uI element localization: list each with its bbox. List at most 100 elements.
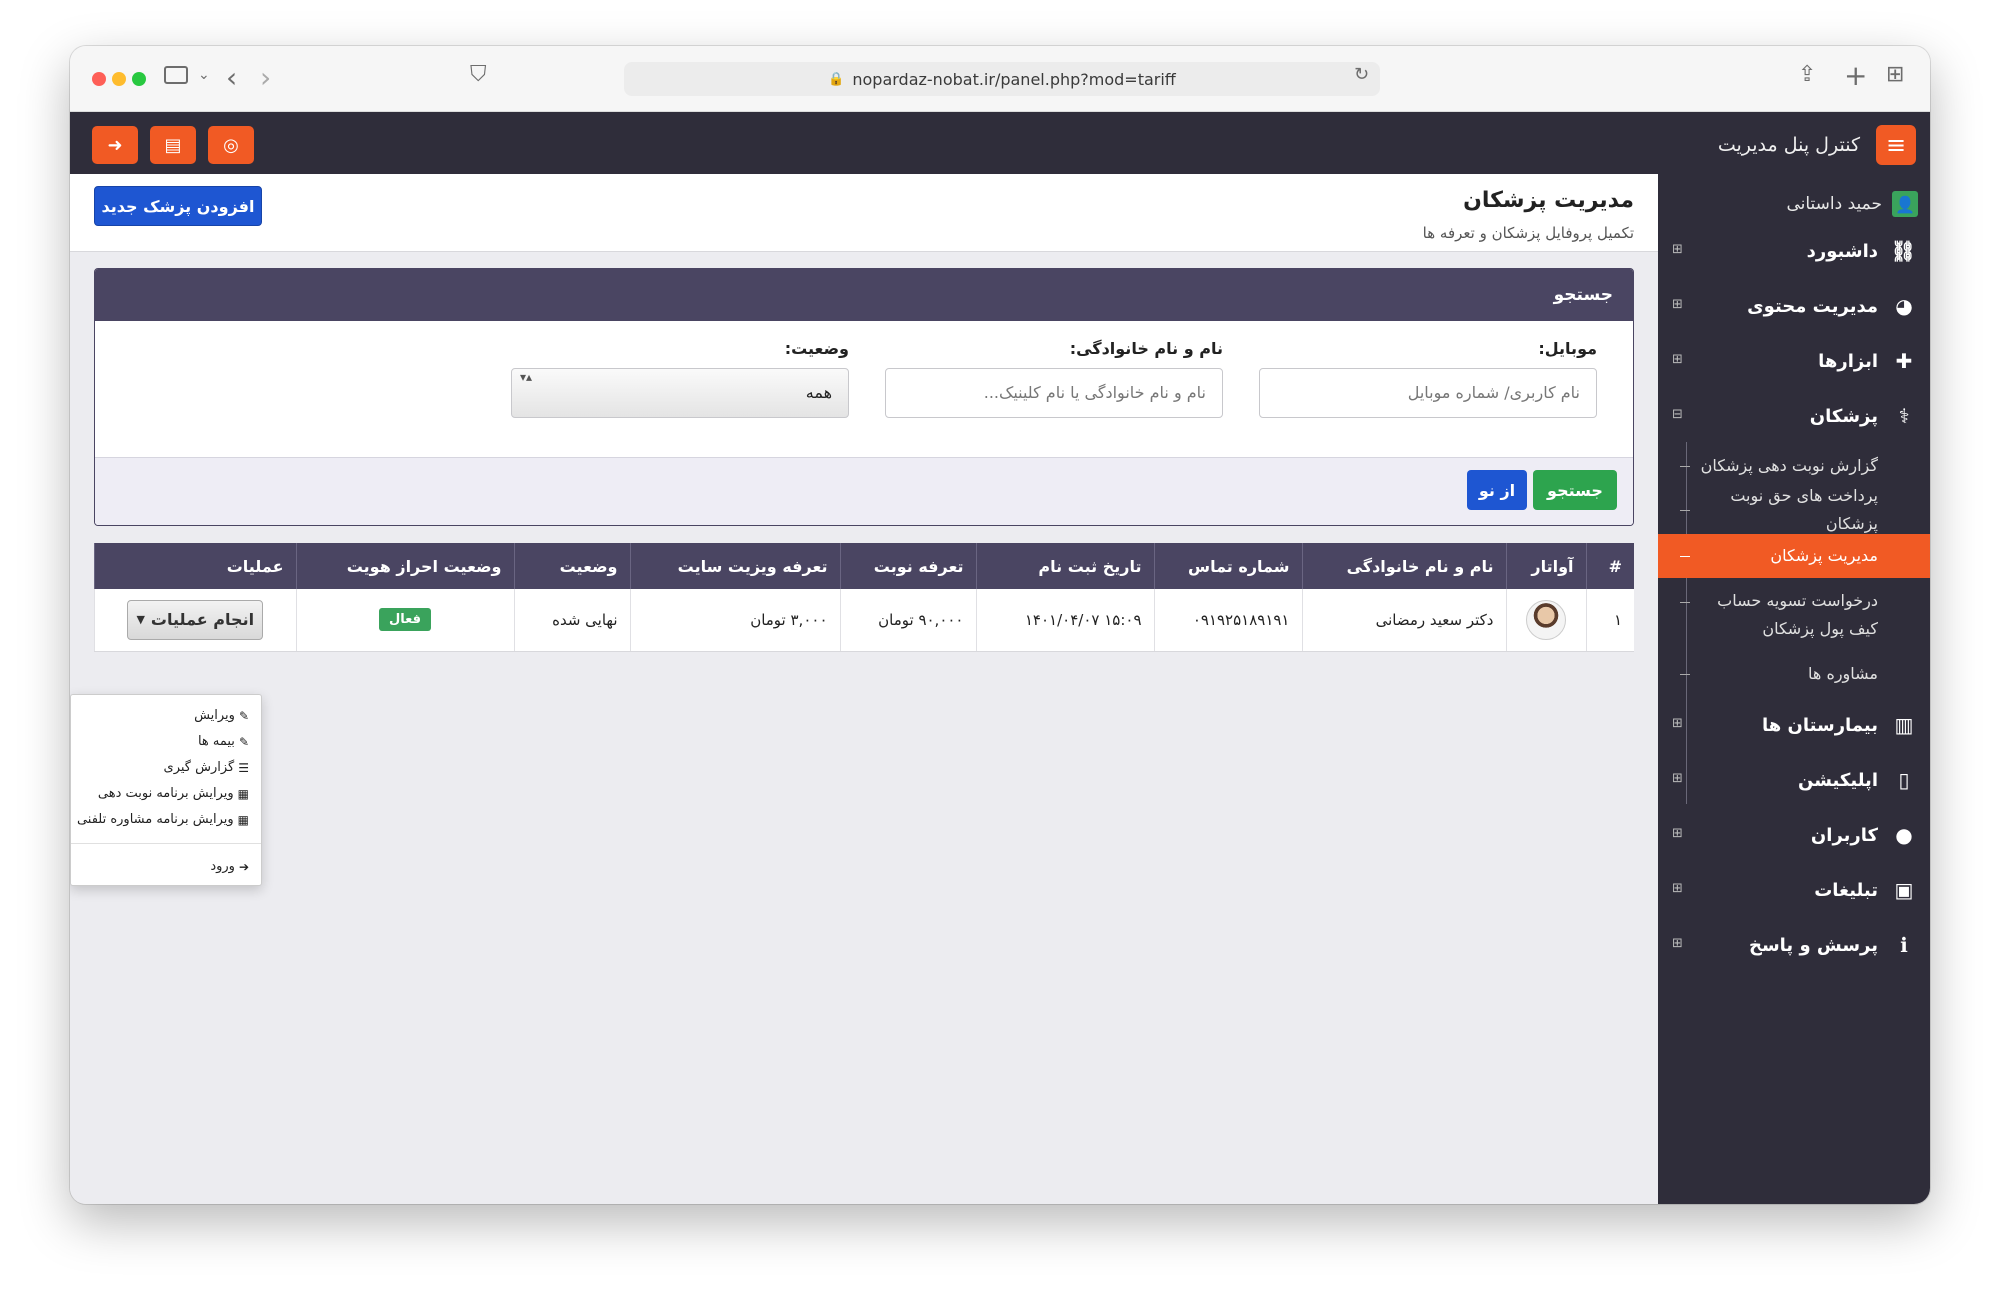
- sidebar-item-tools[interactable]: ✚ ابزارها ⊞: [1658, 334, 1930, 388]
- status-badge: فعال: [378, 608, 431, 632]
- close-window-button[interactable]: [92, 72, 106, 86]
- select-arrows-icon: ▴▾: [520, 370, 533, 384]
- logout-icon: ➜: [107, 134, 123, 156]
- dropdown-item-edit[interactable]: ✎ ویرایش: [71, 703, 261, 729]
- forward-icon[interactable]: ›: [260, 64, 271, 92]
- user-name: حمید داستانی: [1786, 194, 1882, 214]
- compass-button[interactable]: ◎: [208, 126, 254, 164]
- dropdown-item-report[interactable]: ☰ گزارش گیری: [71, 755, 261, 781]
- mobile-icon: ▯: [1898, 768, 1910, 792]
- row-date: ۱۵:۰۹ ۱۴۰۱/۰۴/۰۷: [975, 589, 1154, 652]
- subitem-consultations[interactable]: مشاوره ها: [1658, 654, 1930, 694]
- hamburger-icon: ≡: [1885, 131, 1907, 159]
- sidebar: 👤 حمید داستانی ⛓ داشبورد ⊞ ◕ مدیریت محتوی ⊞ …: [1658, 174, 1930, 1204]
- status-field: وضعیت: همه ▴▾: [511, 339, 849, 418]
- expand-icon[interactable]: ⊞: [1672, 936, 1683, 951]
- hospital-icon: ▥: [1894, 713, 1914, 737]
- sidebar-toggle-icon[interactable]: [164, 66, 188, 84]
- sidebar-item-label: پرسش و پاسخ: [1748, 934, 1878, 956]
- page-subtitle: تکمیل پروفایل پزشکان و تعرفه ها: [1422, 224, 1634, 242]
- subitem-manage-doctors[interactable]: مدیریت پزشکان: [1658, 534, 1930, 578]
- sidebar-user[interactable]: 👤 حمید داستانی: [1786, 184, 1918, 224]
- subitem-wallet-settlement[interactable]: درخواست تسویه حساب کیف پول پزشکان: [1658, 582, 1930, 648]
- name-label: نام و نام خانوادگی:: [1069, 339, 1223, 358]
- mobile-label: موبایل:: [1538, 339, 1597, 358]
- table-header-row: # آواتار نام و نام خانوادگی شماره تماس ت…: [94, 543, 1634, 589]
- col-status: وضعیت: [513, 543, 630, 589]
- share-icon[interactable]: ⇪: [1798, 64, 1816, 86]
- sidebar-item-ads[interactable]: ▣ تبلیغات ⊞: [1658, 863, 1930, 917]
- actions-dropdown-button[interactable]: انجام عملیات ▼: [127, 599, 264, 640]
- minimize-window-button[interactable]: [112, 72, 126, 86]
- submenu-dash: [1680, 674, 1690, 675]
- sidebar-item-label: اپلیکیشن: [1798, 769, 1878, 791]
- subitem-label: مدیریت پزشکان: [1770, 546, 1878, 565]
- submenu-dash: [1680, 601, 1690, 603]
- image-icon: ▣: [1894, 878, 1914, 902]
- dropdown-item-insurance[interactable]: ✎ بیمه ها: [71, 729, 261, 755]
- address-bar[interactable]: 🔒 nopardaz-nobat.ir/panel.php?mod=tariff: [624, 62, 1380, 96]
- col-avatar: آواتار: [1505, 543, 1586, 589]
- search-button[interactable]: جستجو: [1533, 470, 1617, 510]
- expand-icon[interactable]: ⊞: [1672, 352, 1683, 367]
- list-icon: ☰: [238, 761, 249, 775]
- add-doctor-button[interactable]: افزودن پزشک جدید: [94, 186, 262, 226]
- collapse-icon[interactable]: ⊟: [1672, 407, 1683, 422]
- expand-icon[interactable]: ⊞: [1672, 771, 1683, 786]
- sidebar-item-label: پزشکان: [1809, 405, 1878, 427]
- dropdown-item-phone-consult[interactable]: ▦ ویرایش برنامه مشاوره تلفنی: [71, 807, 261, 833]
- lock-icon: 🔒: [828, 71, 845, 87]
- col-visit-tariff: تعرفه ویزیت سایت: [629, 543, 840, 589]
- sidebar-item-label: ابزارها: [1818, 350, 1878, 372]
- panel-title: کنترل پنل مدیریت: [1717, 134, 1860, 156]
- reload-icon[interactable]: ↻: [1354, 66, 1369, 84]
- dropdown-item-schedule[interactable]: ▦ ویرایش برنامه نوبت دهی: [71, 781, 261, 807]
- zoom-window-button[interactable]: [132, 72, 146, 86]
- shield-icon[interactable]: ⛉: [470, 64, 487, 86]
- sidebar-item-label: کاربران: [1810, 824, 1878, 846]
- name-input[interactable]: نام و نام خانوادگی یا نام کلینیک...: [885, 368, 1223, 418]
- url-text: nopardaz-nobat.ir/panel.php?mod=tariff: [852, 69, 1176, 89]
- expand-icon[interactable]: ⊞: [1672, 297, 1683, 312]
- edit-icon: ✎: [238, 709, 249, 723]
- submenu-dash: [1680, 556, 1690, 557]
- menu-button[interactable]: ≡: [1876, 125, 1916, 165]
- col-index: #: [1585, 543, 1634, 589]
- sidebar-item-label: بیمارستان ها: [1762, 714, 1878, 736]
- dropdown-item-label: ورود: [210, 859, 235, 874]
- dropdown-item-label: ویرایش برنامه نوبت دهی: [97, 786, 234, 801]
- reset-button[interactable]: از نو: [1467, 470, 1527, 510]
- sidebar-item-doctors[interactable]: ⚕ پزشکان ⊟: [1658, 389, 1930, 443]
- sidebar-item-users[interactable]: ● کاربران ⊞: [1658, 808, 1930, 862]
- sidebar-item-hospitals[interactable]: ▥ بیمارستان ها ⊞: [1658, 698, 1930, 752]
- sidebar-item-dashboard[interactable]: ⛓ داشبورد ⊞: [1658, 224, 1930, 278]
- back-icon[interactable]: ‹: [226, 64, 237, 92]
- subitem-payments[interactable]: پرداخت های حق نوبت پزشکان: [1658, 486, 1930, 533]
- compass-icon: ◎: [223, 134, 239, 156]
- subitem-label: پرداخت های حق نوبت پزشکان: [1730, 486, 1878, 533]
- page-header: مدیریت پزشکان تکمیل پروفایل پزشکان و تعر…: [70, 174, 1658, 252]
- logout-button[interactable]: ➜: [92, 126, 138, 164]
- search-panel: جستجو موبایل: نام کاربری/ شماره موبایل ن…: [94, 268, 1634, 526]
- mobile-input[interactable]: نام کاربری/ شماره موبایل: [1259, 368, 1597, 418]
- sidebar-item-label: مدیریت محتوی: [1747, 295, 1878, 317]
- new-tab-icon[interactable]: +: [1844, 62, 1867, 90]
- mobile-field: موبایل: نام کاربری/ شماره موبایل: [1259, 339, 1597, 418]
- subitem-appointment-report[interactable]: گزارش نوبت دهی پزشکان: [1658, 446, 1930, 486]
- tab-overview-icon[interactable]: ⊞: [1886, 64, 1904, 86]
- sidebar-item-faq[interactable]: ℹ پرسش و پاسخ ⊞: [1658, 918, 1930, 972]
- dropdown-item-login[interactable]: ➔ ورود: [71, 854, 261, 880]
- expand-icon[interactable]: ⊞: [1672, 242, 1683, 257]
- expand-icon[interactable]: ⊞: [1672, 881, 1683, 896]
- status-select[interactable]: همه ▴▾: [511, 368, 849, 418]
- chevron-down-icon[interactable]: ⌄: [198, 68, 210, 82]
- doctor-icon: ⚕: [1898, 404, 1910, 428]
- calendar-icon: ▦: [237, 813, 249, 827]
- sidebar-item-content[interactable]: ◕ مدیریت محتوی ⊞: [1658, 279, 1930, 333]
- status-select-value: همه: [805, 383, 832, 402]
- expand-icon[interactable]: ⊞: [1672, 826, 1683, 841]
- col-date: تاریخ ثبت نام: [975, 543, 1154, 589]
- expand-icon[interactable]: ⊞: [1672, 716, 1683, 731]
- sidebar-item-application[interactable]: ▯ اپلیکیشن ⊞: [1658, 753, 1930, 807]
- profile-card-button[interactable]: ▤: [150, 126, 196, 164]
